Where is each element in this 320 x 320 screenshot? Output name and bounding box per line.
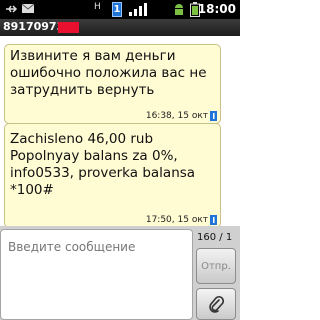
message-meta: 16:38, 15 окт [146,111,217,121]
attach-button[interactable] [196,288,236,320]
message-timestamp: 17:50, 15 окт [145,215,208,225]
usb-icon [6,5,18,13]
paperclip-icon [209,295,224,313]
message-text: Извините я вам деньги ошибочно положила … [10,48,207,98]
message-text: Zachisleno 46,00 rub Popolnyay balans za… [10,131,196,198]
send-button[interactable]: Отпр. [196,248,236,284]
status-clock: 18:00 [197,2,236,16]
conversation-header[interactable]: 891709737 [0,19,240,36]
message-timestamp: 16:38, 15 окт [145,111,208,121]
message-meta: 17:50, 15 окт [146,215,217,225]
message-list[interactable]: Извините я вам деньги ошибочно положила … [0,36,240,228]
char-counter: 160 / 1 [197,232,233,243]
status-bar: H 1 18:00 [0,0,240,19]
message-input-placeholder: Введите сообщение [8,240,136,254]
sim-1-badge-icon [210,111,217,121]
mail-icon [21,3,35,13]
redaction-mark [58,22,79,33]
compose-panel: Введите сообщение 160 / 1 Отпр. [0,226,240,320]
message-input[interactable]: Введите сообщение [0,229,193,320]
signal-icon [129,3,147,16]
sim-1-badge-icon [210,215,217,225]
sim-1-icon: 1 [112,2,122,17]
network-type-icon: H [94,2,101,12]
send-button-label: Отпр. [201,260,231,272]
android-icon [175,4,183,15]
message-bubble[interactable]: Извините я вам деньги ошибочно положила … [4,44,221,124]
message-bubble[interactable]: Zachisleno 46,00 rub Popolnyay balans za… [4,123,221,228]
